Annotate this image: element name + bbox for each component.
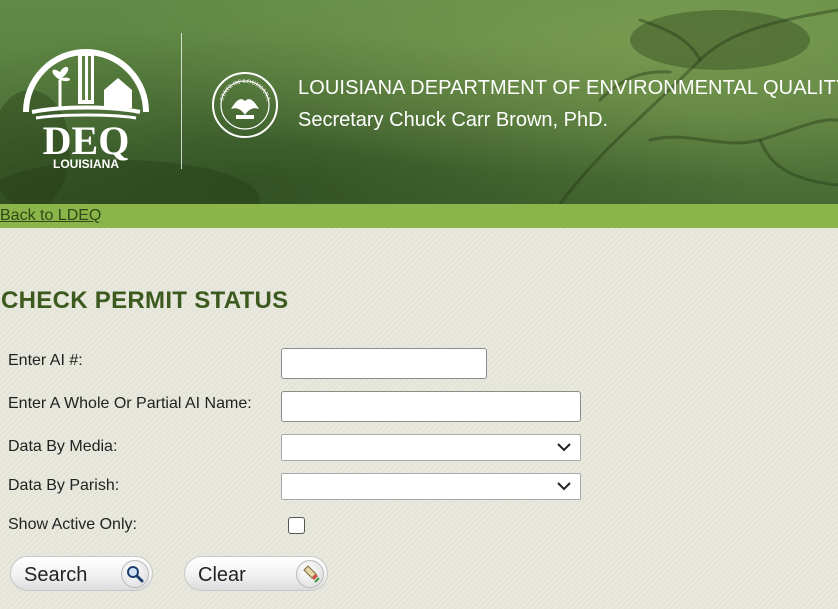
search-button-label: Search — [24, 564, 88, 586]
active-only-label: Show Active Only: — [8, 516, 137, 533]
ai-name-input[interactable] — [281, 391, 581, 422]
ai-name-label: Enter A Whole Or Partial AI Name: — [8, 395, 252, 412]
parish-label: Data By Parish: — [8, 477, 120, 494]
state-seal-icon: STATE OF LOUISIANA — [212, 72, 278, 138]
seal-text: STATE OF LOUISIANA — [219, 79, 270, 103]
nav-bar — [0, 204, 838, 228]
agency-title: LOUISIANA DEPARTMENT OF ENVIRONMENTAL QU… — [298, 77, 838, 99]
chevron-down-icon — [557, 443, 571, 452]
ai-number-input[interactable] — [281, 348, 487, 379]
search-button[interactable]: Search — [10, 556, 153, 591]
back-to-ldeq-link[interactable]: Back to LDEQ — [0, 207, 101, 225]
deq-logo-subtext: LOUISIANA — [53, 157, 119, 171]
media-label: Data By Media: — [8, 438, 118, 455]
media-select[interactable] — [281, 434, 581, 461]
active-only-checkbox[interactable] — [288, 517, 305, 534]
parish-select[interactable] — [281, 473, 581, 500]
eraser-icon — [296, 560, 324, 588]
site-header: DEQ LOUISIANA STATE OF LOUISIANA LOUISIA… — [0, 0, 838, 204]
chevron-down-icon — [557, 482, 571, 491]
svg-text:STATE OF LOUISIANA: STATE OF LOUISIANA — [219, 79, 270, 103]
secretary-name: Secretary Chuck Carr Brown, PhD. — [298, 109, 609, 131]
clear-button-label: Clear — [198, 564, 246, 586]
magnifier-icon — [121, 560, 149, 588]
clear-button[interactable]: Clear — [184, 556, 328, 591]
ai-number-label: Enter AI #: — [8, 352, 83, 369]
page-title: CHECK PERMIT STATUS — [1, 287, 289, 314]
deq-logo[interactable]: DEQ LOUISIANA — [22, 32, 150, 172]
logo-divider — [181, 33, 182, 169]
